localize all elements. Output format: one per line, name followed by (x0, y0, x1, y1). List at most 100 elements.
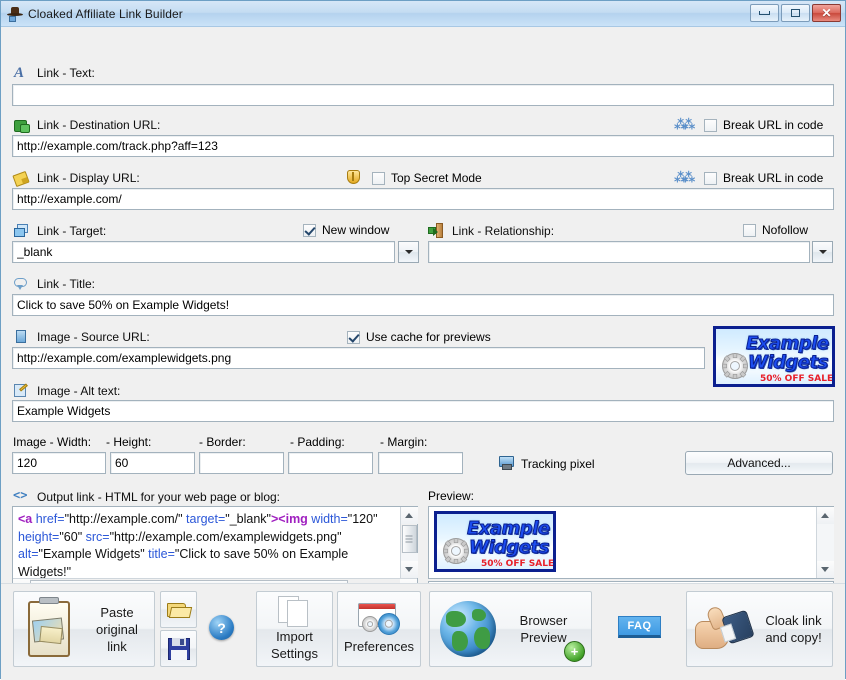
shield-icon (347, 170, 361, 186)
chevron-down-icon (819, 250, 827, 254)
paste-original-link-button[interactable]: Pasteoriginallink (13, 591, 155, 667)
use-cache-checkbox[interactable] (347, 331, 360, 344)
clipboard-photo-icon (20, 597, 80, 661)
display-break-url-checkbox-row[interactable]: Break URL in code (704, 171, 823, 185)
minimize-icon (759, 11, 770, 15)
banner-sale-text: 50% OFF SALE (760, 374, 833, 384)
image-alt-text-input[interactable] (12, 400, 834, 422)
link-target-dropdown-button[interactable] (398, 241, 419, 263)
display-url-input[interactable] (12, 188, 834, 210)
window-title: Cloaked Affiliate Link Builder (28, 7, 183, 21)
link-title-label-row: Link - Title: (13, 276, 95, 292)
preview-label: Preview: (428, 489, 474, 503)
preview-banner-line1: Example (467, 518, 550, 539)
fedora-hat-icon (7, 6, 23, 22)
help-button[interactable]: ? (209, 615, 234, 640)
link-relationship-dropdown-button[interactable] (812, 241, 833, 263)
use-cache-label: Use cache for previews (366, 330, 491, 344)
image-source-url-label-row: Image - Source URL: (13, 329, 150, 345)
code-break-icon[interactable]: ⁂ ⁂ (674, 118, 690, 132)
door-exit-icon (428, 223, 444, 239)
image-thumbnail-preview: Example Widgets 50% OFF SALE (713, 326, 835, 387)
maximize-button[interactable] (781, 4, 810, 22)
window-gears-icon (356, 603, 402, 635)
open-settings-button[interactable] (160, 591, 197, 628)
preferences-button[interactable]: Preferences (337, 591, 421, 667)
gear-icon-small (362, 616, 378, 632)
bottom-toolbar: Pasteoriginallink ? (1, 583, 845, 680)
image-margin-label: - Margin: (380, 435, 427, 449)
gear-icon (722, 353, 748, 379)
open-folder-icon (167, 600, 191, 620)
browser-preview-button[interactable]: BrowserPreview + (429, 591, 592, 667)
vertical-scroll-thumb[interactable] (402, 525, 417, 553)
link-relationship-input[interactable] (428, 241, 810, 263)
form-area: A Link - Text: Link - Destination URL: ⁂… (1, 27, 845, 680)
image-alt-text-label-row: Image - Alt text: (13, 383, 120, 399)
image-alt-text-label: Image - Alt text: (37, 384, 120, 398)
image-height-label: - Height: (106, 435, 151, 449)
image-height-input[interactable] (110, 452, 195, 474)
image-border-input[interactable] (199, 452, 284, 474)
preview-scroll-up-button[interactable] (817, 507, 834, 524)
advanced-button[interactable]: Advanced... (685, 451, 833, 475)
image-padding-input[interactable] (288, 452, 373, 474)
preview-vertical-scrollbar[interactable] (816, 507, 833, 578)
banner-line1: Example (746, 333, 829, 354)
output-vertical-scrollbar[interactable] (400, 507, 417, 578)
preview-canvas[interactable]: Example Widgets 50% OFF SALE (429, 507, 816, 578)
output-code-text[interactable]: <a href="http://example.com/" target="_b… (13, 507, 400, 578)
import-settings-button[interactable]: ImportSettings (256, 591, 333, 667)
nofollow-label: Nofollow (762, 223, 808, 237)
link-text-label-row: A Link - Text: (13, 65, 95, 81)
top-secret-mode-checkbox-row[interactable]: Top Secret Mode (372, 171, 482, 185)
picture-icon (13, 329, 29, 345)
note-pencil-icon (13, 383, 29, 399)
image-width-label: Image - Width: (13, 435, 91, 449)
image-source-url-input[interactable] (12, 347, 705, 369)
new-window-checkbox-row[interactable]: New window (303, 223, 389, 237)
nofollow-checkbox-row[interactable]: Nofollow (743, 223, 808, 237)
preview-banner-image[interactable]: Example Widgets 50% OFF SALE (434, 511, 556, 572)
link-relationship-label-row: Link - Relationship: (428, 223, 554, 239)
preview-scroll-down-button[interactable] (817, 561, 834, 578)
image-width-input[interactable] (12, 452, 106, 474)
code-break-icon-display[interactable]: ⁂ ⁂ (674, 171, 690, 185)
preview-scroll-track[interactable] (817, 524, 834, 561)
code-brackets-icon: <> (13, 489, 29, 505)
globe-icon (440, 601, 496, 657)
display-break-url-checkbox[interactable] (704, 172, 717, 185)
link-text-label: Link - Text: (37, 66, 95, 80)
close-button[interactable]: ✕ (812, 4, 841, 22)
preferences-label: Preferences (344, 638, 414, 655)
minimize-button[interactable] (750, 4, 779, 22)
scroll-down-button[interactable] (401, 561, 418, 578)
nofollow-checkbox[interactable] (743, 224, 756, 237)
link-text-input[interactable] (12, 84, 834, 106)
save-settings-button[interactable] (160, 630, 197, 667)
cloak-link-button[interactable]: Cloak linkand copy! (686, 591, 833, 667)
plus-badge-icon[interactable]: + (564, 641, 585, 662)
preview-banner-sale-text: 50% OFF SALE (481, 559, 554, 569)
green-target-arrow-icon (13, 117, 29, 133)
image-margin-input[interactable] (378, 452, 463, 474)
chevron-up-icon (821, 513, 829, 518)
link-target-label: Link - Target: (37, 224, 106, 238)
link-target-input[interactable] (12, 241, 395, 263)
chevron-down-icon (405, 567, 413, 572)
top-secret-mode-checkbox[interactable] (372, 172, 385, 185)
scroll-up-button[interactable] (401, 507, 418, 524)
destination-break-url-checkbox[interactable] (704, 119, 717, 132)
faq-button[interactable]: FAQ (618, 616, 661, 638)
chevron-down-icon (821, 567, 829, 572)
preview-panel: Example Widgets 50% OFF SALE (428, 506, 834, 579)
use-cache-checkbox-row[interactable]: Use cache for previews (347, 330, 491, 344)
link-title-input[interactable] (12, 294, 834, 316)
destination-break-url-checkbox-row[interactable]: Break URL in code (704, 118, 823, 132)
vertical-scroll-track[interactable] (401, 553, 418, 561)
new-window-checkbox[interactable] (303, 224, 316, 237)
thumbs-up-icon (693, 603, 755, 655)
cloak-link-label: Cloak linkand copy! (755, 612, 832, 646)
destination-url-input[interactable] (12, 135, 834, 157)
monitor-pixel-icon (499, 455, 515, 471)
